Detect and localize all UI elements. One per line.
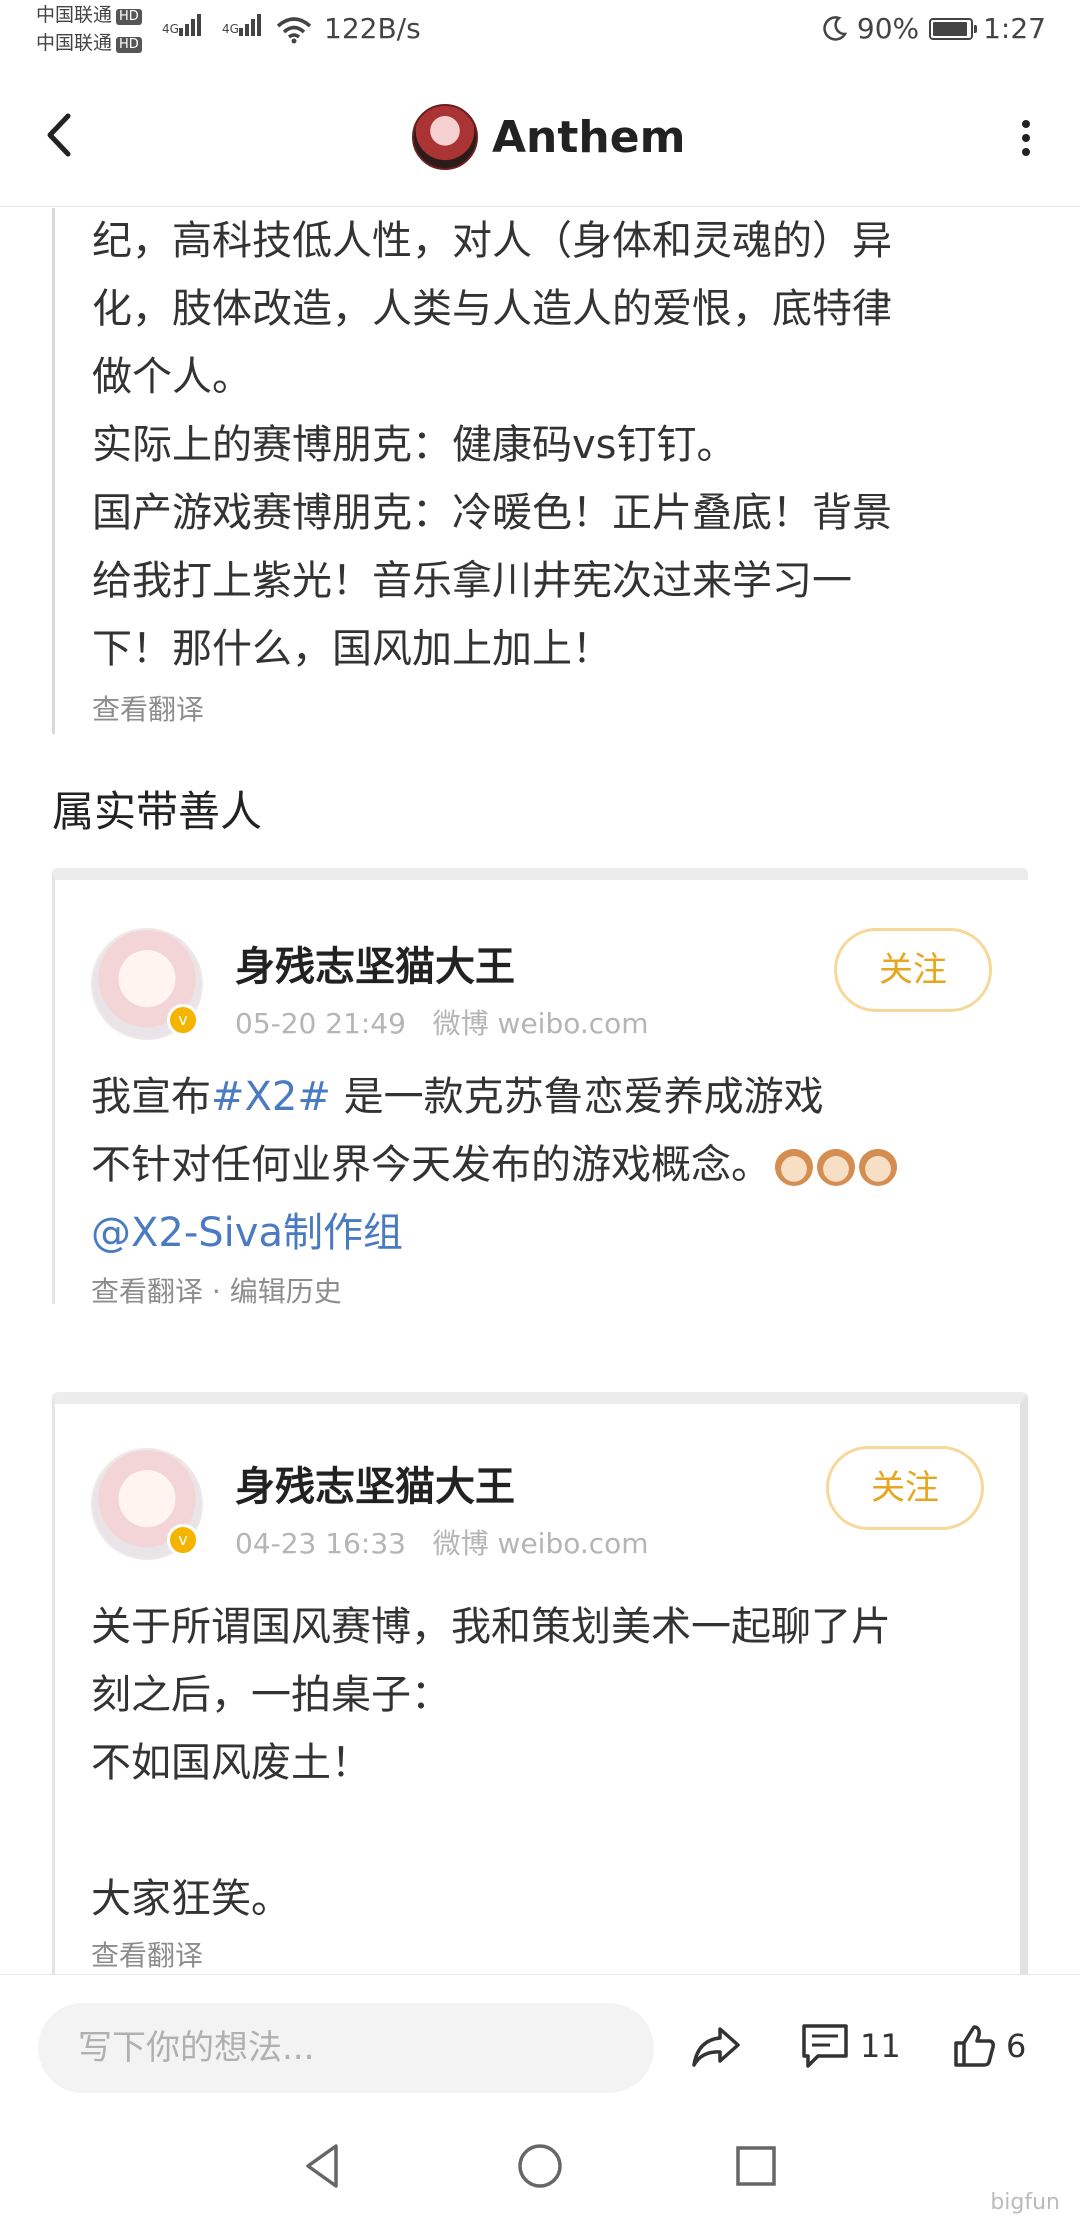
status-bar: 中国联通 HD 中国联通 HD 4G 4G 122B/s 90% 1:27 [0,0,1080,64]
translate-link[interactable]: 查看翻译 [91,1934,203,1974]
nav-recents-icon[interactable] [726,2136,786,2196]
quote-line: 国产游戏赛博朋克：冷暖色！正片叠底！背景 [92,490,892,536]
post-line: 大家狂笑。 [91,1876,291,1922]
share-button[interactable] [690,2011,742,2081]
carrier-2: 中国联通 HD [36,32,142,54]
quote-line: 实际上的赛博朋克：健康码vs钉钉。 [92,422,737,468]
post-footer-links: 查看翻译 · 编辑历史 [91,1275,342,1308]
quote-line: 下！那什么，国风加上加上！ [92,626,612,672]
clock: 1:27 [983,12,1046,45]
bottom-action-bar: 11 6 [0,1974,1080,2113]
post-meta: 05-20 21:49 微博 weibo.com [235,1007,649,1040]
system-nav-bar [0,2114,1080,2220]
battery-percent: 90% [856,12,920,45]
translate-link[interactable]: 查看翻译 [92,688,204,728]
nav-home-icon[interactable] [510,2136,570,2196]
translate-link[interactable]: 查看翻译 [91,1275,203,1308]
page-title: Anthem [492,111,686,163]
hashtag-link[interactable]: #X2# [211,1074,331,1120]
post-line: 我宣布#X2# 是一款克苏鲁恋爱养成游戏 [91,1074,824,1120]
thumbs-up-icon [954,2025,995,2067]
like-button[interactable]: 6 [952,2011,1026,2081]
post-line: 关于所谓国风赛博，我和策划美术一起聊了片 [91,1604,891,1650]
quote-line: 给我打上紫光！音乐拿川井宪次过来学习一 [92,558,852,604]
status-right: 90% 1:27 [821,12,1046,45]
cat-emoji-icon [775,1148,813,1186]
avatar [412,104,478,170]
verified-badge-icon: v [167,1524,199,1556]
signal-icon-1: 4G [162,14,203,36]
quote-line: 纪，高科技低人性，对人（身体和灵魂的）异 [92,218,892,264]
more-options-icon[interactable] [1020,116,1032,156]
comment-count: 11 [860,2027,901,2065]
author-name[interactable]: 身残志坚猫大王 [235,934,515,992]
nav-back-icon[interactable] [294,2136,354,2196]
quote-line: 做个人。 [92,354,252,400]
post-line: 刻之后，一拍桌子： [91,1672,451,1718]
post-meta: 04-23 16:33 微博 weibo.com [235,1527,649,1560]
comment-input[interactable] [38,2003,654,2093]
watermark-logo: bigfun [990,2190,1060,2215]
back-arrow-icon[interactable] [36,108,86,162]
header-title-group[interactable]: Anthem [412,104,685,170]
comment-button[interactable]: 11 [800,2011,901,2081]
post-line: 不针对任何业界今天发布的游戏概念。 [91,1132,897,1190]
cat-emoji-icon [859,1148,897,1186]
carrier-1: 中国联通 HD [36,4,142,26]
mention-link[interactable]: @X2-Siva制作组 [91,1200,403,1258]
follow-button[interactable]: 关注 [834,928,992,1012]
quote-line: 化，肢体改造，人类与人造人的爱恨，底特律 [92,286,892,332]
comment-text: 属实带善人 [52,787,263,836]
post-line: 不如国风废土！ [91,1740,371,1786]
battery-icon [929,17,978,40]
author-name[interactable]: 身残志坚猫大王 [235,1454,515,1512]
follow-button[interactable]: 关注 [826,1446,984,1530]
signal-icon-2: 4G [222,14,263,36]
cat-emoji-icon [817,1148,855,1186]
weibo-card-1[interactable]: v 身残志坚猫大王 05-20 21:49 微博 weibo.com 关注 我宣… [52,868,1028,1308]
net-speed: 122B/s [324,12,421,45]
share-icon [692,2027,740,2067]
wifi-icon [276,17,312,44]
moon-icon [823,15,847,41]
comment-icon [802,2024,848,2068]
edit-history-link[interactable]: 编辑历史 [230,1275,342,1308]
app-header: Anthem [0,64,1080,207]
weibo-card-2[interactable]: v 身残志坚猫大王 04-23 16:33 微博 weibo.com 关注 关于… [52,1392,1028,1974]
verified-badge-icon: v [167,1004,199,1036]
like-count: 6 [1006,2027,1027,2065]
